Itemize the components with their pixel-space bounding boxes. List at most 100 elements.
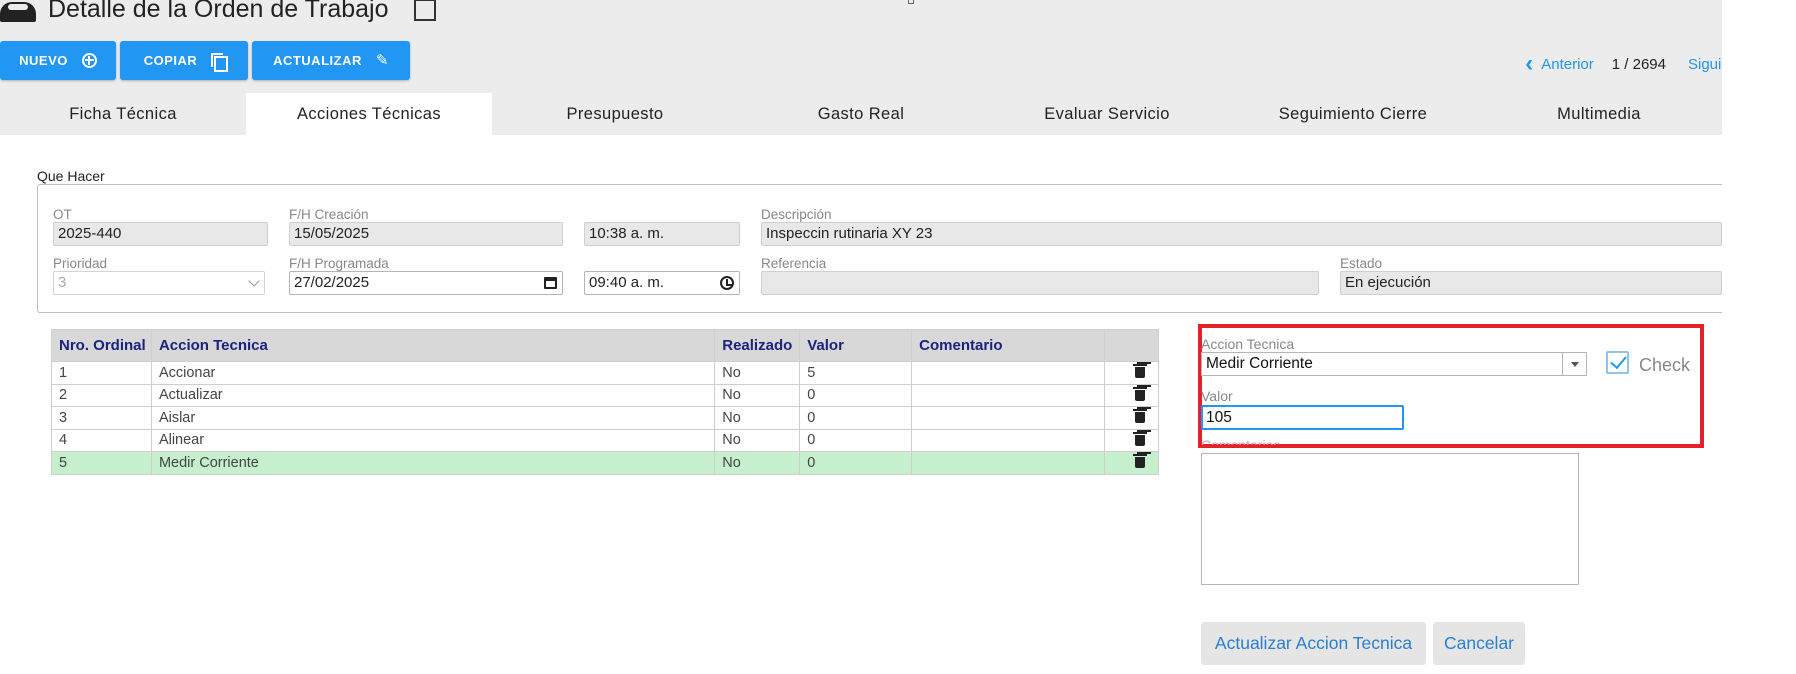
cell-valor: 5 [799,361,913,385]
tab-acciones-tecnicas[interactable]: Acciones Técnicas [246,93,492,135]
tab-bar: Ficha Técnica Acciones Técnicas Presupue… [0,93,1722,135]
nuevo-button[interactable]: NUEVO [0,41,116,80]
creacion-date-field[interactable]: 15/05/2025 [289,222,563,246]
table-row[interactable]: 3 Aislar No 0 [51,406,1160,430]
table-header-row: Nro. Ordinal Accion Tecnica Realizado Va… [51,329,1160,362]
table-row[interactable]: 2 Actualizar No 0 [51,383,1160,407]
trash-icon[interactable] [1132,363,1147,379]
que-hacer-legend: Que Hacer [37,168,105,184]
cell-ordinal: 5 [51,451,152,475]
pencil-icon: ✎ [375,52,389,69]
cell-accion: Aislar [150,406,716,430]
cell-accion: Medir Corriente [150,451,716,475]
pager: ‹ Anterior 1 / 2694 Siguiente [1525,52,1722,76]
ot-label: OT [53,207,72,222]
prioridad-label: Prioridad [53,256,108,271]
clock-icon[interactable] [720,276,734,290]
cell-realizado: No [714,428,801,452]
dropdown-arrow-icon[interactable] [1562,353,1586,375]
estado-field[interactable]: En ejecución [1340,271,1722,295]
cancelar-button[interactable]: Cancelar [1433,622,1525,665]
accion-tecnica-value: Medir Corriente [1206,355,1313,372]
cell-comentario [911,406,1105,430]
cell-realizado: No [714,451,801,475]
col-header-comentario[interactable]: Comentario [911,329,1105,362]
ot-value: 2025-440 [58,225,122,242]
cell-comentario [911,451,1105,475]
chevron-left-icon[interactable]: ‹ [1525,52,1533,76]
descripcion-label: Descripción [761,207,832,222]
cell-accion: Accionar [150,361,716,385]
cell-delete [1103,406,1160,430]
title-checkbox[interactable] [413,0,436,21]
table-row[interactable]: 4 Alinear No 0 [51,428,1160,452]
descripcion-value: Inspeccin rutinaria XY 23 [766,225,933,242]
prev-link[interactable]: Anterior [1541,56,1594,73]
programada-date-input[interactable]: 27/02/2025 [289,271,563,295]
descripcion-field[interactable]: Inspeccin rutinaria XY 23 [761,222,1722,246]
ot-field[interactable]: 2025-440 [53,222,268,246]
tab-presupuesto[interactable]: Presupuesto [492,93,738,135]
actualizar-button[interactable]: ACTUALIZAR ✎ [252,41,410,80]
col-header-realizado[interactable]: Realizado [714,329,801,362]
table-row-selected[interactable]: 5 Medir Corriente No 0 [51,451,1160,475]
chevron-down-icon [248,275,260,287]
work-order-icon [0,0,36,22]
copiar-button[interactable]: COPIAR [120,41,248,80]
top-bar: Detalle de la Orden de Trabajo NUEVO COP… [0,0,1722,93]
comentarios-label: Comentarios [1201,437,1281,445]
tab-seguimiento-cierre[interactable]: Seguimiento Cierre [1230,93,1476,135]
check-checkbox[interactable] [1606,351,1629,374]
col-header-valor[interactable]: Valor [799,329,913,362]
prioridad-value: 3 [58,274,67,291]
estado-value: En ejecución [1345,274,1431,291]
table-row[interactable]: 1 Accionar No 5 [51,361,1160,385]
cell-realizado: No [714,361,801,385]
cell-delete [1103,361,1160,385]
cell-comentario [911,383,1105,407]
actualizar-accion-button[interactable]: Actualizar Accion Tecnica [1201,622,1426,665]
calendar-icon[interactable] [544,277,557,289]
tab-multimedia[interactable]: Multimedia [1476,93,1722,135]
valor-value: 105 [1206,409,1232,426]
col-header-ordinal[interactable]: Nro. Ordinal [51,329,152,362]
page-title: Detalle de la Orden de Trabajo [48,0,389,23]
title-row: Detalle de la Orden de Trabajo [0,0,436,26]
cell-valor: 0 [799,428,913,452]
referencia-field[interactable] [761,271,1319,295]
app-window: Detalle de la Orden de Trabajo NUEVO COP… [0,0,1722,674]
trash-icon[interactable] [1132,408,1147,424]
copiar-label: COPIAR [143,53,198,68]
valor-input[interactable]: 105 [1201,405,1404,430]
accion-tecnica-label: Accion Tecnica [1201,336,1295,352]
trash-icon[interactable] [1132,431,1147,446]
tab-evaluar-servicio[interactable]: Evaluar Servicio [984,93,1230,135]
cell-realizado: No [714,383,801,407]
comentarios-textarea[interactable] [1201,453,1579,585]
cell-delete [1103,383,1160,407]
tab-ficha-tecnica[interactable]: Ficha Técnica [0,93,246,135]
col-header-accion[interactable]: Accion Tecnica [150,329,716,362]
next-link[interactable]: Siguiente [1688,56,1722,73]
cell-realizado: No [714,406,801,430]
programada-date-value: 27/02/2025 [294,274,370,291]
referencia-label: Referencia [761,256,827,271]
add-circle-icon [81,53,97,68]
valor-label: Valor [1201,388,1233,404]
tab-gasto-real[interactable]: Gasto Real [738,93,984,135]
trash-icon[interactable] [1132,453,1147,469]
trash-icon[interactable] [1132,386,1147,401]
copy-icon [211,53,229,72]
cell-comentario [911,361,1105,385]
accion-tecnica-combo[interactable]: Medir Corriente [1201,352,1587,376]
creacion-time-field[interactable]: 10:38 a. m. [584,222,740,246]
caret-artifact [908,0,914,4]
programada-time-input[interactable]: 09:40 a. m. [584,271,740,295]
col-header-actions [1103,329,1160,362]
toolbar: NUEVO COPIAR ACTUALIZAR ✎ [0,41,410,80]
cell-comentario [911,428,1105,452]
prioridad-select[interactable]: 3 [53,271,265,295]
programada-label: F/H Programada [289,256,389,271]
cell-valor: 0 [799,383,913,407]
cell-ordinal: 3 [51,406,152,430]
